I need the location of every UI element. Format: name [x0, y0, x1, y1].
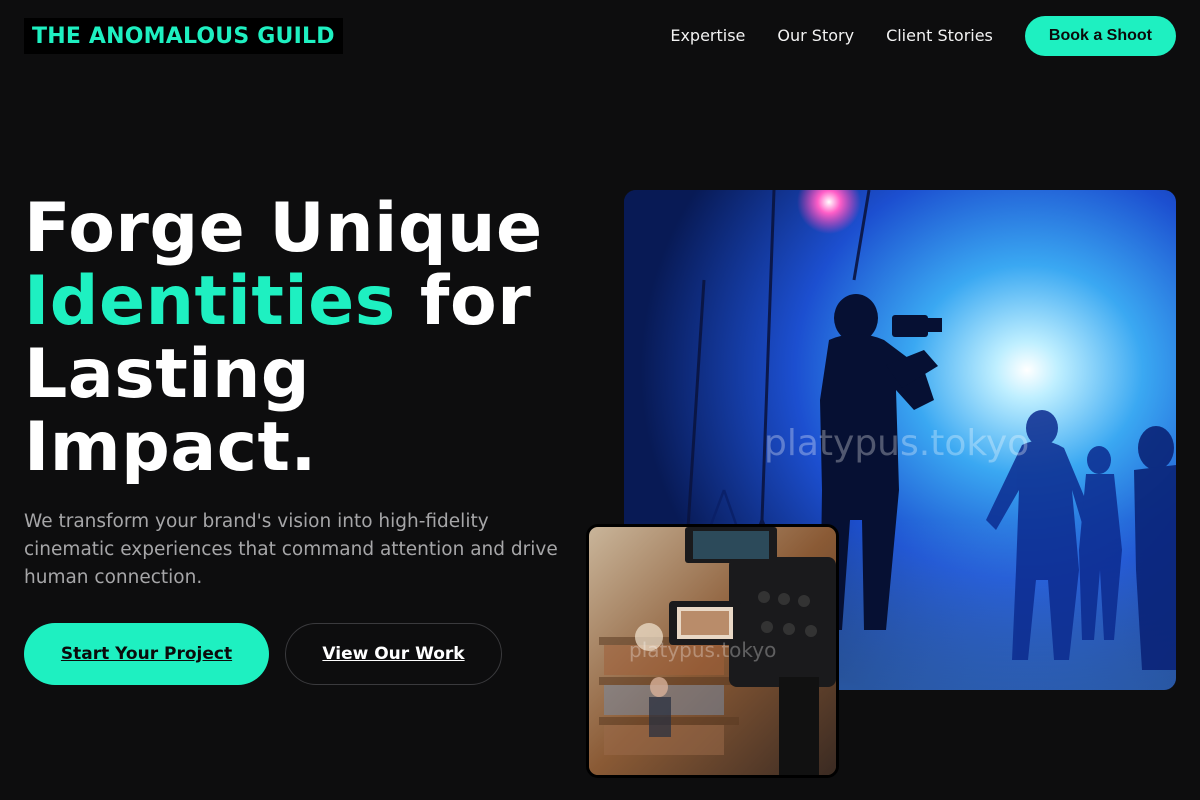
- brand-logo[interactable]: THE ANOMALOUS GUILD: [24, 18, 343, 54]
- nav-link-client-stories[interactable]: Client Stories: [886, 16, 993, 56]
- book-a-shoot-button[interactable]: Book a Shoot: [1024, 16, 1176, 56]
- headline-word-for: for: [419, 262, 532, 341]
- hero-headline-block: Forge Unique Identities for Lasting Impa…: [24, 192, 604, 484]
- hero-subtitle: We transform your brand's vision into hi…: [24, 511, 558, 588]
- camera-viewfinder-photo: platypus.tokyo: [586, 524, 839, 778]
- hero-headline: Forge Unique Identities for Lasting Impa…: [24, 192, 604, 484]
- small-photo-watermark: platypus.tokyo: [629, 638, 776, 662]
- view-our-work-button[interactable]: View Our Work: [285, 623, 502, 685]
- camera-library-illustration: platypus.tokyo: [589, 527, 836, 775]
- main-nav: Expertise Our Story Client Stories Book …: [670, 16, 1176, 56]
- nav-link-our-story[interactable]: Our Story: [777, 16, 854, 56]
- headline-line-1: Forge Unique: [24, 189, 543, 268]
- start-your-project-button[interactable]: Start Your Project: [24, 623, 269, 685]
- headline-line-3: Lasting: [24, 335, 311, 414]
- top-navigation-bar: THE ANOMALOUS GUILD Expertise Our Story …: [0, 0, 1200, 72]
- headline-line-4: Impact.: [24, 408, 317, 487]
- main-photo-watermark: platypus.tokyo: [764, 423, 1029, 464]
- nav-link-expertise[interactable]: Expertise: [670, 16, 745, 56]
- headline-accent-word: Identities: [24, 262, 396, 341]
